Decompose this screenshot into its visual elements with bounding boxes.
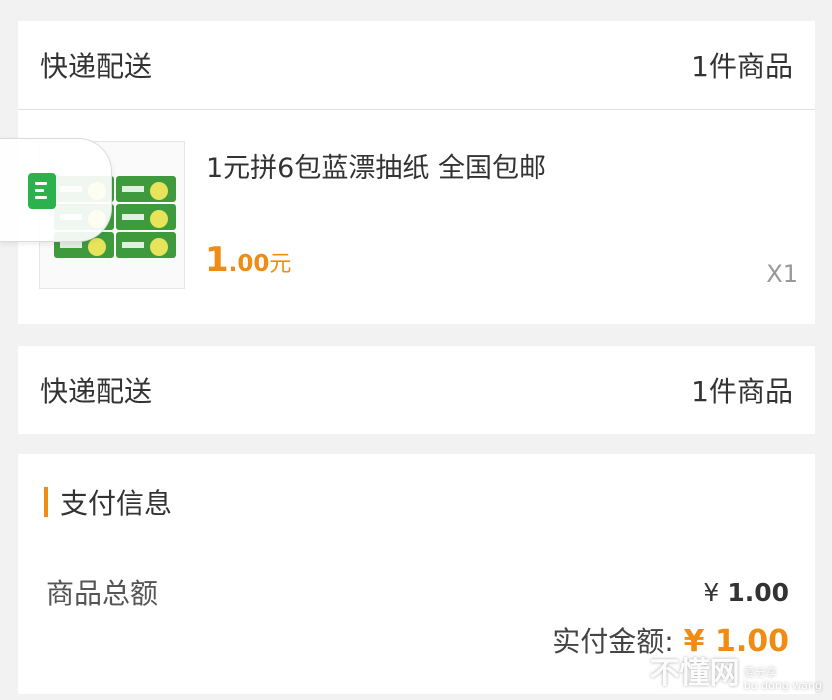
price-integer: 1 (205, 240, 229, 280)
floating-doc-tab[interactable] (0, 138, 112, 242)
document-icon (28, 173, 56, 209)
product-title[interactable]: 1元拼6包蓝漂抽纸 全国包邮 (206, 146, 546, 185)
watermark-brand: 不懂网 (649, 656, 740, 691)
payment-title-text: 支付信息 (60, 487, 173, 520)
goods-total-label: 商品总额 (46, 577, 159, 610)
goods-total-row: 商品总额 ¥1.00 (46, 572, 789, 612)
product-item[interactable]: 1元拼6包蓝漂抽纸 全国包邮 1.00元 X1 (0, 110, 815, 324)
watermark-tagline-pinyin: bu dong wang (743, 679, 822, 692)
site-watermark: 不懂网 爱分享 bu dong wang (650, 648, 822, 692)
delivery-method-2: 快递配送 (40, 375, 153, 408)
goods-total-value: 1.00 (727, 577, 789, 607)
delivery-row-2: 快递配送 1件商品 (18, 346, 815, 434)
watermark-tagline: 爱分享 bu dong wang (744, 666, 822, 692)
delivery-method: 快递配送 (40, 50, 153, 83)
item-count: 1件商品 (691, 50, 793, 83)
goods-total-amount: ¥1.00 (703, 578, 789, 607)
watermark-tagline-cn: 爱分享 (743, 666, 777, 679)
product-quantity: X1 (766, 260, 798, 288)
delivery-card: 快递配送 1件商品 (18, 346, 815, 434)
payment-section-title: 支付信息 (44, 482, 172, 522)
price-decimal: .00 (228, 251, 270, 277)
order-card: 快递配送 1件商品 1元拼6包蓝漂抽纸 全国包邮 1.00元 X1 (0, 21, 815, 324)
product-price: 1.00元 (205, 240, 291, 280)
price-unit: 元 (269, 252, 292, 277)
delivery-row: 快递配送 1件商品 (18, 21, 815, 109)
title-accent-bar (44, 487, 48, 517)
currency-symbol: ¥ (703, 577, 720, 607)
item-count-2: 1件商品 (691, 375, 793, 408)
